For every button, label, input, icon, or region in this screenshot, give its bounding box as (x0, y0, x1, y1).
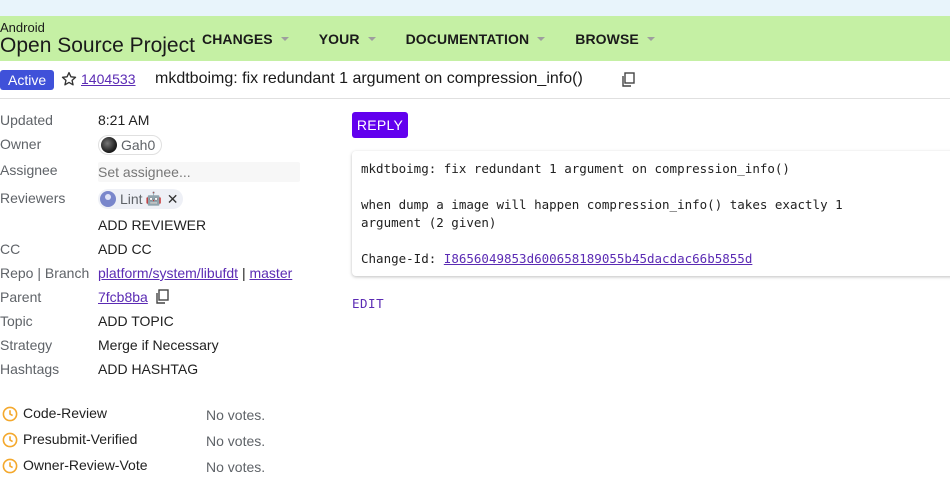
caret-down-icon (367, 36, 376, 41)
caret-down-icon (537, 36, 546, 41)
cc-label: CC (0, 241, 21, 257)
repo-branch-label: Repo | Branch (0, 265, 90, 281)
owner-name: Gah0 (121, 137, 156, 153)
label-name: Presubmit-Verified (23, 431, 138, 447)
nav-changes-label: CHANGES (202, 30, 273, 47)
updated-value: 8:21 AM (98, 112, 150, 128)
avatar (100, 191, 116, 207)
hashtags-label: Hashtags (0, 361, 60, 377)
add-reviewer-button[interactable]: ADD REVIEWER (98, 217, 206, 233)
owner-value: Gah0 (98, 135, 163, 156)
add-cc-button[interactable]: ADD CC (98, 241, 152, 257)
owner-label: Owner (0, 136, 42, 152)
assignee-label: Assignee (0, 162, 58, 178)
repo-branch-value: platform/system/libufdt | master (98, 265, 292, 281)
reviewer-name: Lint (120, 191, 143, 207)
change-id-line: Change-Id: I8656049853d600658189055b45da… (361, 251, 752, 266)
caret-down-icon (646, 36, 655, 41)
main-nav: CHANGES YOUR DOCUMENTATION BROWSE (202, 16, 685, 61)
nav-your-label: YOUR (318, 30, 360, 47)
branch-link[interactable]: master (249, 265, 292, 281)
label-name: Owner-Review-Vote (23, 457, 148, 473)
commit-line: when dump a image will happen compressio… (361, 197, 843, 212)
nav-browse[interactable]: BROWSE (575, 31, 655, 47)
strategy-label: Strategy (0, 337, 53, 353)
edit-button[interactable]: EDIT (352, 296, 384, 311)
label-votes: No votes. (206, 407, 266, 423)
parent-value: 7fcb8ba (98, 289, 169, 305)
site-header: Android Open Source Project CHANGES YOUR… (0, 16, 950, 61)
top-strip (0, 0, 950, 16)
clock-icon (2, 406, 18, 422)
avatar (101, 137, 117, 153)
robot-icon: 🤖 (145, 191, 162, 206)
reply-button[interactable]: REPLY (352, 112, 408, 138)
owner-chip[interactable]: Gah0 (98, 135, 163, 155)
nav-documentation[interactable]: DOCUMENTATION (406, 31, 546, 47)
star-icon[interactable] (60, 70, 78, 88)
change-subject: mkdtboimg: fix redundant 1 argument on c… (155, 70, 583, 87)
add-topic-button[interactable]: ADD TOPIC (98, 313, 174, 329)
change-header: Active 1404533 mkdtboimg: fix redundant … (0, 61, 950, 99)
copy-icon[interactable] (621, 72, 635, 87)
change-number-link[interactable]: 1404533 (81, 71, 136, 87)
commit-line: argument (2 given) (361, 215, 497, 230)
nav-documentation-label: DOCUMENTATION (405, 30, 530, 47)
status-badge: Active (0, 70, 55, 90)
topic-label: Topic (0, 313, 33, 329)
commit-line: mkdtboimg: fix redundant 1 argument on c… (361, 161, 790, 176)
repo-link[interactable]: platform/system/libufdt (98, 265, 238, 281)
caret-down-icon (280, 36, 289, 41)
reviewers-label: Reviewers (0, 190, 66, 206)
change-id-label: Change-Id: (361, 251, 437, 266)
clock-icon (2, 432, 18, 448)
updated-label: Updated (0, 112, 53, 128)
strategy-value: Merge if Necessary (98, 337, 219, 353)
parent-label: Parent (0, 289, 42, 305)
brand-small: Android (0, 20, 45, 35)
repo-branch-separator: | (241, 265, 246, 281)
clock-icon (2, 458, 18, 474)
assignee-value: Set assignee... (98, 162, 300, 182)
reviewer-chip[interactable]: Lint 🤖 ✕ (98, 189, 183, 209)
commit-message: mkdtboimg: fix redundant 1 argument on c… (352, 151, 950, 276)
parent-link[interactable]: 7fcb8ba (98, 289, 148, 305)
label-votes: No votes. (206, 433, 266, 449)
assignee-input[interactable]: Set assignee... (98, 162, 300, 182)
site-brand[interactable]: Android Open Source Project (0, 21, 195, 56)
nav-browse-label: BROWSE (575, 30, 639, 47)
copy-icon[interactable] (155, 289, 169, 304)
label-name: Code-Review (23, 405, 108, 421)
nav-your[interactable]: YOUR (319, 31, 376, 47)
change-id-link[interactable]: I8656049853d600658189055b45dacdac66b5855… (444, 251, 753, 266)
nav-changes[interactable]: CHANGES (202, 31, 289, 47)
label-votes: No votes. (206, 459, 266, 475)
add-hashtag-button[interactable]: ADD HASHTAG (98, 361, 198, 377)
reviewers-value: Lint 🤖 ✕ (98, 189, 183, 210)
brand-title: Open Source Project (0, 34, 195, 57)
close-icon[interactable]: ✕ (167, 191, 179, 208)
